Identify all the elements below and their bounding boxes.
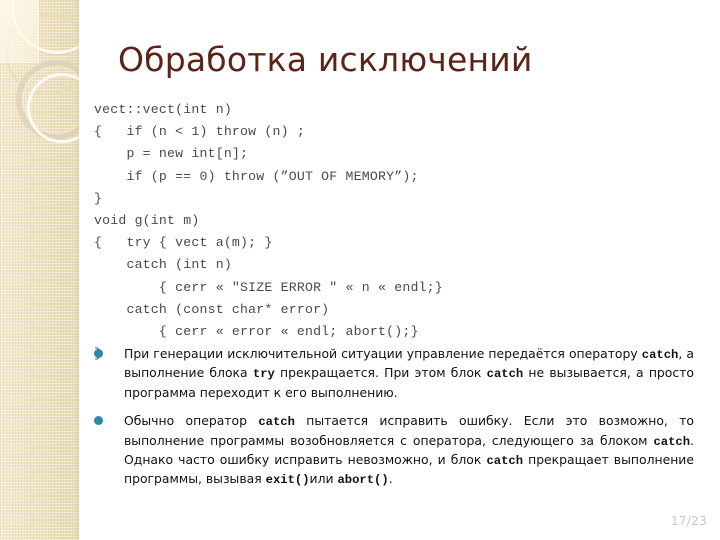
code-line: catch (const char* error) xyxy=(94,301,330,317)
code-line: if (p == 0) throw (”OUT OF MEMORY”); xyxy=(94,168,419,184)
presentation-slide: Обработка исключений vect::vect(int n){ … xyxy=(0,0,720,540)
slide-page-number: 17/23 xyxy=(670,514,707,528)
bullet-text: При генерации исключительной ситуации уп… xyxy=(124,346,642,361)
code-term: catch xyxy=(258,415,295,430)
bullet-dot-icon xyxy=(94,349,103,358)
bullet-text: Обычно оператор xyxy=(124,413,259,429)
slide-title: Обработка исключений xyxy=(118,40,533,79)
decorative-sidebar xyxy=(0,0,79,540)
bullet-item: Обычно оператор catch пытается исправить… xyxy=(92,412,694,490)
code-line: { cerr « "SIZE ERROR " « n « endl;} xyxy=(94,279,443,295)
code-line: } xyxy=(94,190,103,206)
code-line: { try { vect a(m); } xyxy=(94,235,273,251)
code-line: p = new int[n]; xyxy=(94,146,249,162)
bullet-text: . xyxy=(388,471,393,487)
bullet-list: При генерации исключительной ситуации уп… xyxy=(92,345,694,501)
decorative-corner-box xyxy=(0,0,39,63)
bullet-item: При генерации исключительной ситуации уп… xyxy=(92,345,694,401)
code-term: catch xyxy=(641,348,679,362)
code-line: void g(int m) xyxy=(94,213,200,229)
code-line: catch (int n) xyxy=(94,257,232,273)
code-block: vect::vect(int n){ if (n < 1) throw (n) … xyxy=(94,99,654,365)
bullet-text: или xyxy=(309,471,338,487)
code-term: catch xyxy=(486,367,524,382)
bullet-dot-icon xyxy=(94,416,103,426)
code-term: catch xyxy=(653,434,691,449)
bullet-text: прекращается. При этом блок xyxy=(274,365,487,381)
code-term: try xyxy=(252,367,275,382)
code-line: { cerr « error « endl; abort();} xyxy=(94,324,419,340)
code-term: exit() xyxy=(265,473,310,488)
code-term: catch xyxy=(486,454,524,469)
code-line: { if (n < 1) throw (n) ; xyxy=(94,124,305,140)
code-term: abort() xyxy=(337,473,389,488)
sidebar-edge xyxy=(77,0,79,540)
code-line: vect::vect(int n) xyxy=(94,102,232,117)
